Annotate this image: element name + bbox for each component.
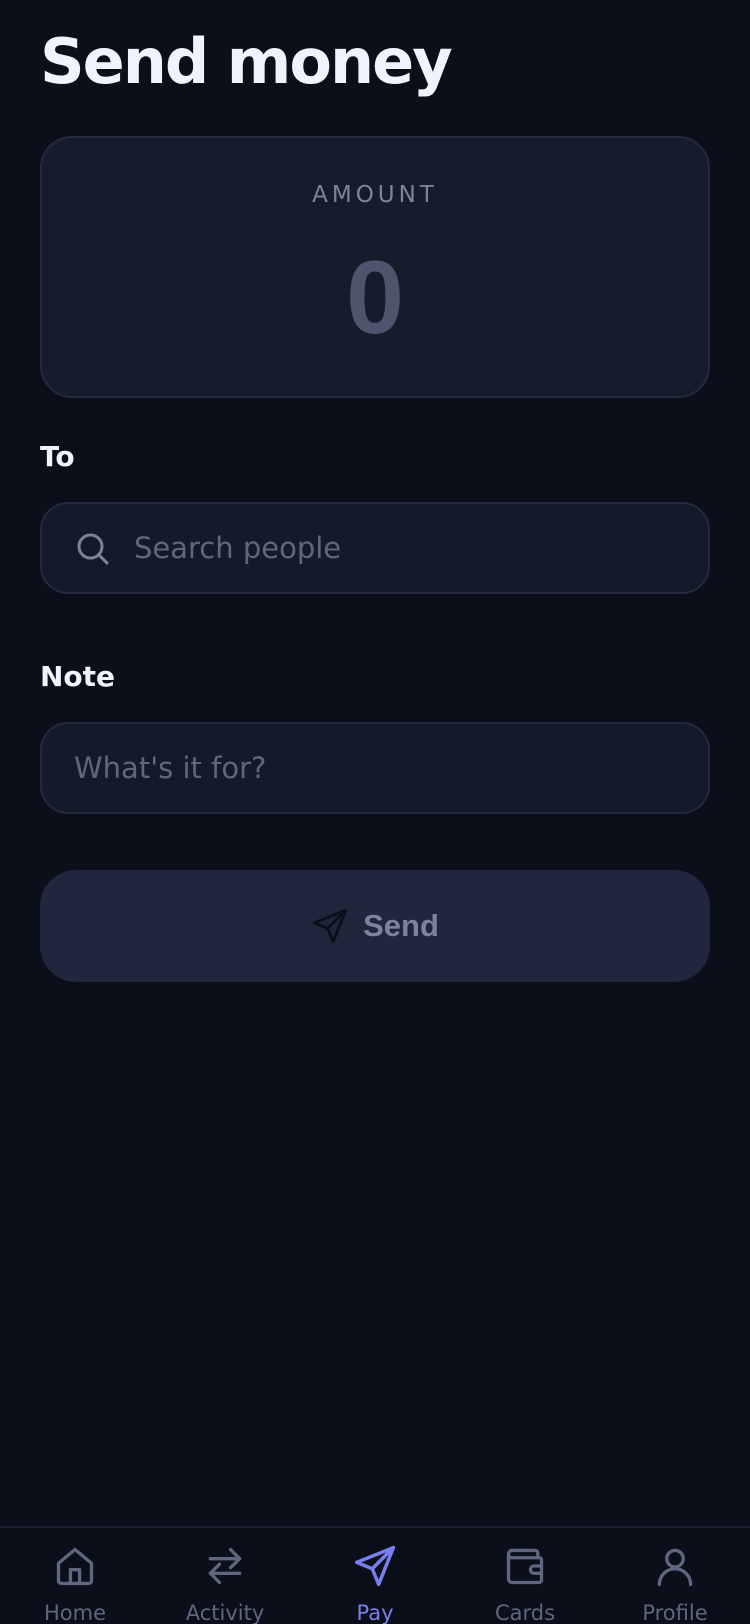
wallet-icon [506, 1548, 544, 1585]
tab-cards[interactable]: Cards [450, 1528, 600, 1624]
amount-value[interactable]: 0 [42, 238, 708, 358]
tab-pay-label: Pay [356, 1601, 394, 1624]
to-label: To [40, 440, 75, 473]
arrows-exchange-icon [208, 1547, 242, 1585]
tab-activity[interactable]: Activity [150, 1528, 300, 1624]
bottom-tab-bar: Home Activity Pay Cards Profile [0, 1526, 750, 1624]
search-icon [77, 533, 109, 565]
note-label: Note [40, 660, 116, 693]
tab-profile[interactable]: Profile [600, 1528, 750, 1624]
tab-profile-label: Profile [642, 1601, 708, 1624]
search-input[interactable] [134, 504, 694, 592]
send-button-label: Send [363, 908, 439, 943]
paper-plane-icon [354, 1545, 396, 1587]
amount-label: AMOUNT [312, 182, 438, 208]
note-field[interactable] [40, 722, 710, 814]
note-input[interactable] [74, 724, 694, 812]
user-icon [657, 1548, 693, 1586]
send-money-screen: Send money AMOUNT 0 To Note Send Home [0, 0, 750, 1624]
tab-pay[interactable]: Pay [300, 1528, 450, 1624]
tab-home[interactable]: Home [0, 1528, 150, 1624]
tab-activity-label: Activity [185, 1601, 265, 1624]
page-title: Send money [40, 25, 453, 98]
tab-cards-label: Cards [494, 1601, 556, 1624]
tab-home-label: Home [43, 1601, 106, 1624]
recipient-search-field[interactable] [40, 502, 710, 594]
amount-card[interactable]: AMOUNT 0 [40, 136, 710, 398]
send-button[interactable]: Send [40, 870, 710, 982]
paper-plane-icon [312, 908, 348, 944]
home-icon [56, 1547, 94, 1586]
